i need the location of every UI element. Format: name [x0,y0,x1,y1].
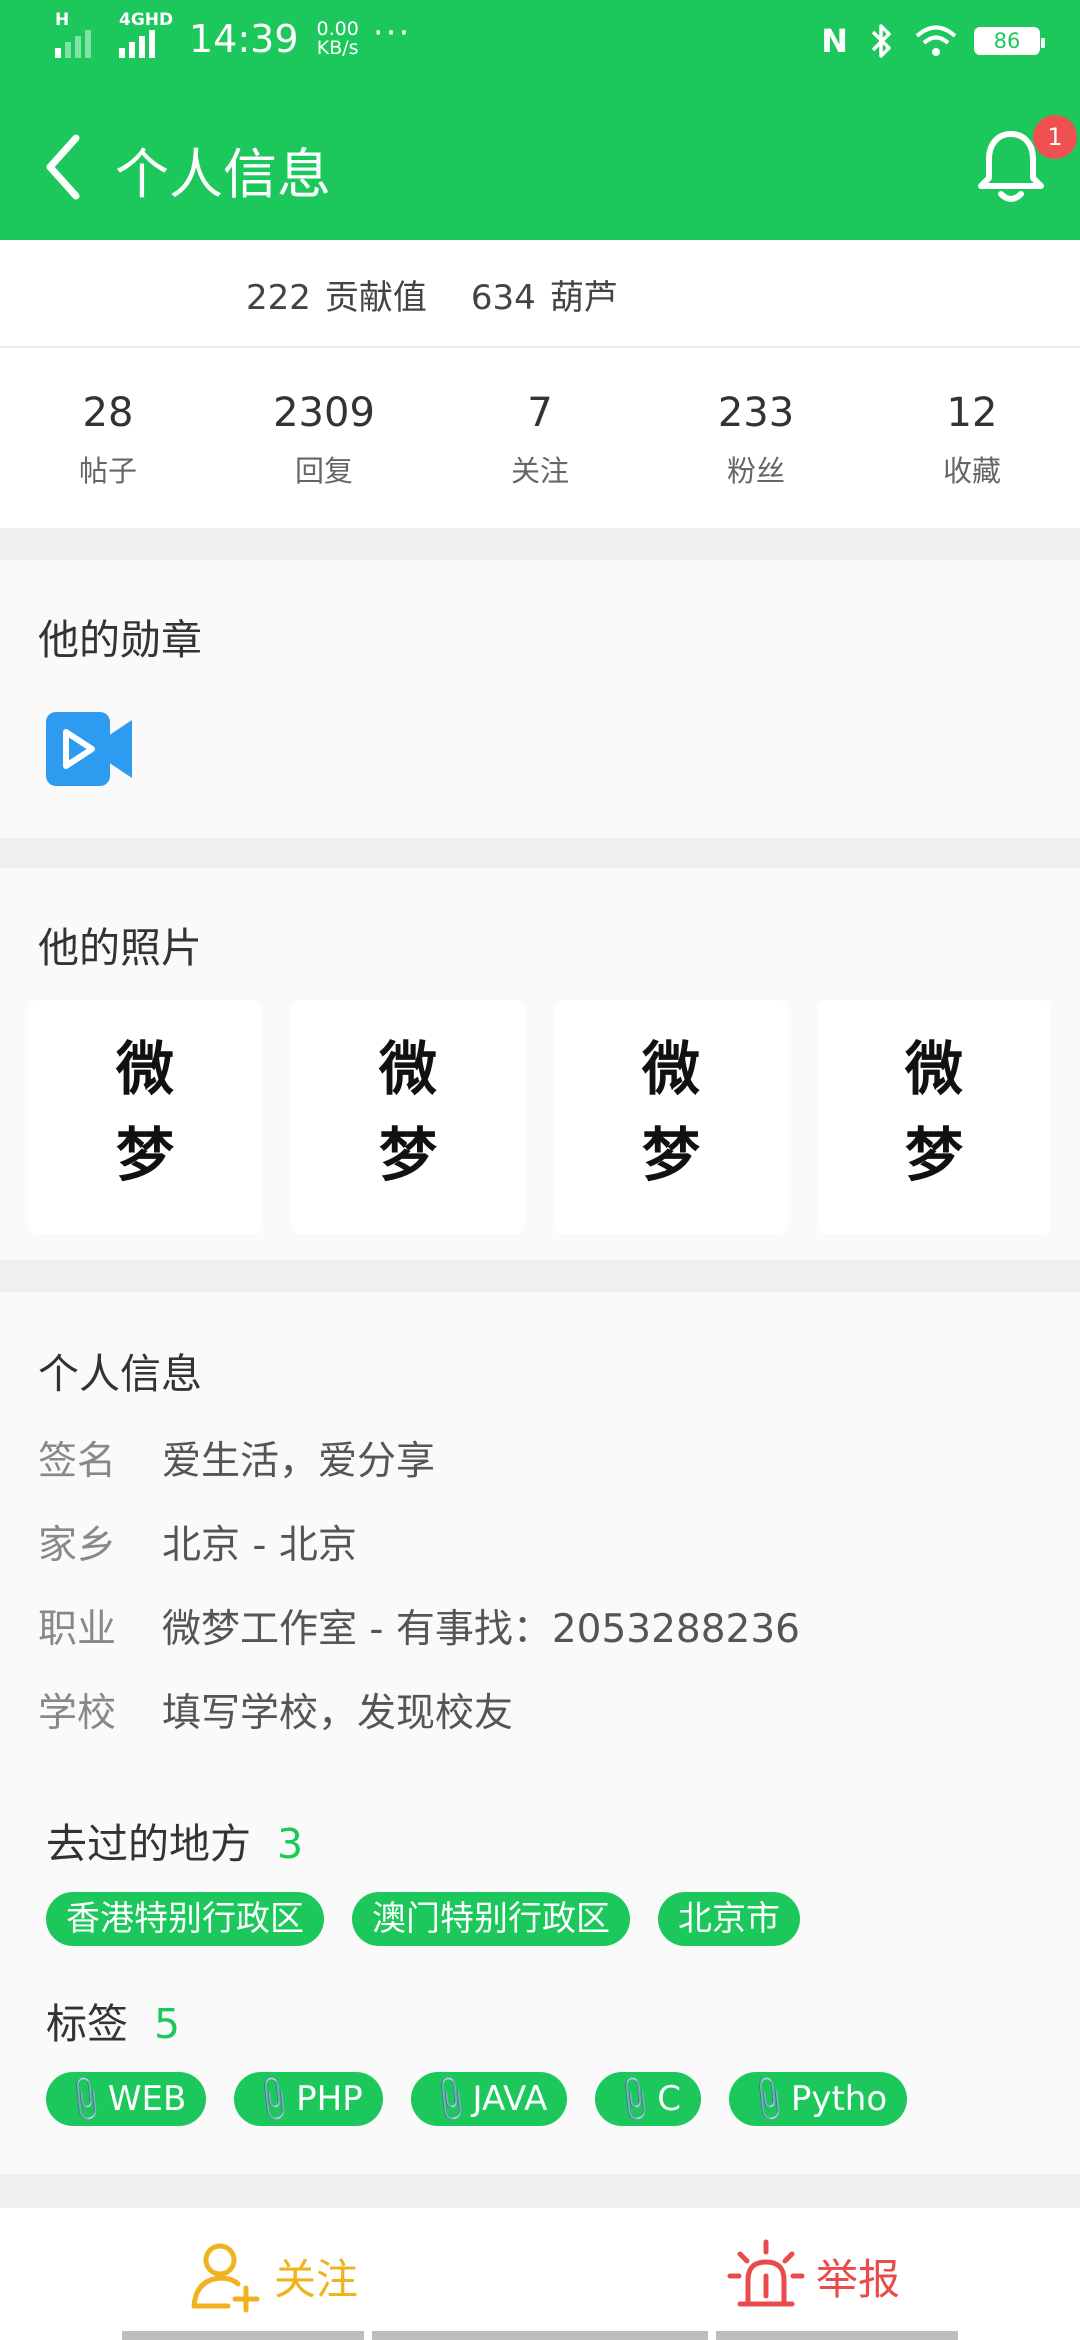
tag-chip[interactable]: 📎Pytho [729,2072,908,2126]
photo-thumbnail[interactable]: 微梦 [28,1000,262,1234]
signal-icon-2: 4GHD [119,10,173,64]
places-list: 香港特别行政区 澳门特别行政区 北京市 [46,1892,800,1946]
photo-thumbnail[interactable]: 微梦 [554,1000,788,1234]
clock: 14:39 [189,17,299,61]
add-user-icon [191,2243,260,2313]
photo-thumbnail[interactable]: 微梦 [291,1000,525,1234]
page-title: 个人信息 [115,143,331,206]
tag-chip[interactable]: 📎WEB [46,2072,207,2126]
app-header: 个人信息 [0,90,1080,240]
bottom-action-bar: 关注 举报 [0,2208,1080,2340]
battery-icon: 86 [974,27,1045,55]
stats-row: 28 帖子 2309 回复 7 关注 233 粉丝 12 收藏 [0,348,1080,528]
paperclip-icon: 📎 [423,2072,478,2126]
contribution-value: 222 [246,278,311,318]
profile-title: 个人信息 [38,1350,202,1398]
profile-section: 个人信息 签名 爱生活，爱分享 家乡 北京 - 北京 职业 微梦工作室 - 有事找：2… [0,1292,1080,2174]
paperclip-icon: 📎 [741,2072,797,2126]
wifi-icon [915,25,957,56]
network-type-2: 4GHD [119,10,174,30]
info-row-occupation: 职业 微梦工作室 - 有事找：2053288236 [38,1607,800,1652]
back-button[interactable] [40,132,90,202]
stat-favorites[interactable]: 12 收藏 [864,348,1080,528]
contribution-label: 贡献值 [324,278,427,318]
nav-gesture-bar [372,2331,708,2340]
more-notifications-icon: ··· [372,13,412,53]
bluetooth-icon [871,24,891,58]
contribution-row: 222 贡献值 634 葫芦 [0,240,1080,347]
alarm-siren-icon [727,2239,805,2307]
follow-button[interactable]: 关注 [188,2236,358,2316]
info-row-hometown: 家乡 北京 - 北京 [38,1523,357,1568]
paperclip-icon: 📎 [58,2072,114,2126]
nav-gesture-bar [716,2331,958,2340]
signal-icon: H [55,10,105,64]
place-chip[interactable]: 北京市 [658,1892,800,1946]
tags-title: 标签 5 [46,2000,181,2048]
stat-posts[interactable]: 28 帖子 [0,348,216,528]
gourd-value: 634 [470,278,536,318]
paperclip-icon: 📎 [608,2072,663,2126]
nfc-icon: N [821,22,848,60]
places-count: 3 [277,1820,304,1868]
nav-gesture-bar [122,2331,364,2340]
info-row-school[interactable]: 学校 填写学校，发现校友 [38,1682,513,1738]
photo-thumbnail[interactable]: 微梦 [817,1000,1051,1234]
paperclip-icon: 📎 [246,2072,302,2126]
info-row-signature: 签名 爱生活，爱分享 [38,1439,436,1484]
network-type-1: H [55,10,70,30]
photos-section: 他的照片 微梦 微梦 微梦 微梦 [0,868,1080,1260]
status-bar: H 4GHD 14:39 0.00 KB/s ··· N 86 [0,0,1080,90]
tags-count: 5 [154,2000,181,2048]
network-speed: 0.00 KB/s [316,18,359,59]
tag-chip[interactable]: 📎JAVA [410,2072,568,2126]
tags-list: 📎WEB 📎PHP 📎JAVA 📎C 📎Pytho [46,2072,908,2126]
report-button[interactable]: 举报 [726,2236,900,2316]
stat-replies[interactable]: 2309 回复 [216,348,432,528]
places-title: 去过的地方 3 [46,1820,304,1868]
photos-title: 他的照片 [38,924,202,972]
stat-following[interactable]: 7 关注 [432,348,648,528]
place-chip[interactable]: 香港特别行政区 [46,1892,324,1946]
tag-chip[interactable]: 📎PHP [234,2072,383,2126]
medals-title: 他的勋章 [38,616,202,664]
tag-chip[interactable]: 📎C [595,2072,701,2126]
gourd-label: 葫芦 [549,278,618,318]
place-chip[interactable]: 澳门特别行政区 [352,1892,630,1946]
stat-fans[interactable]: 233 粉丝 [648,348,864,528]
video-camera-icon[interactable] [46,710,132,788]
notification-badge: 1 [1033,115,1077,159]
medals-section: 他的勋章 [0,560,1080,838]
